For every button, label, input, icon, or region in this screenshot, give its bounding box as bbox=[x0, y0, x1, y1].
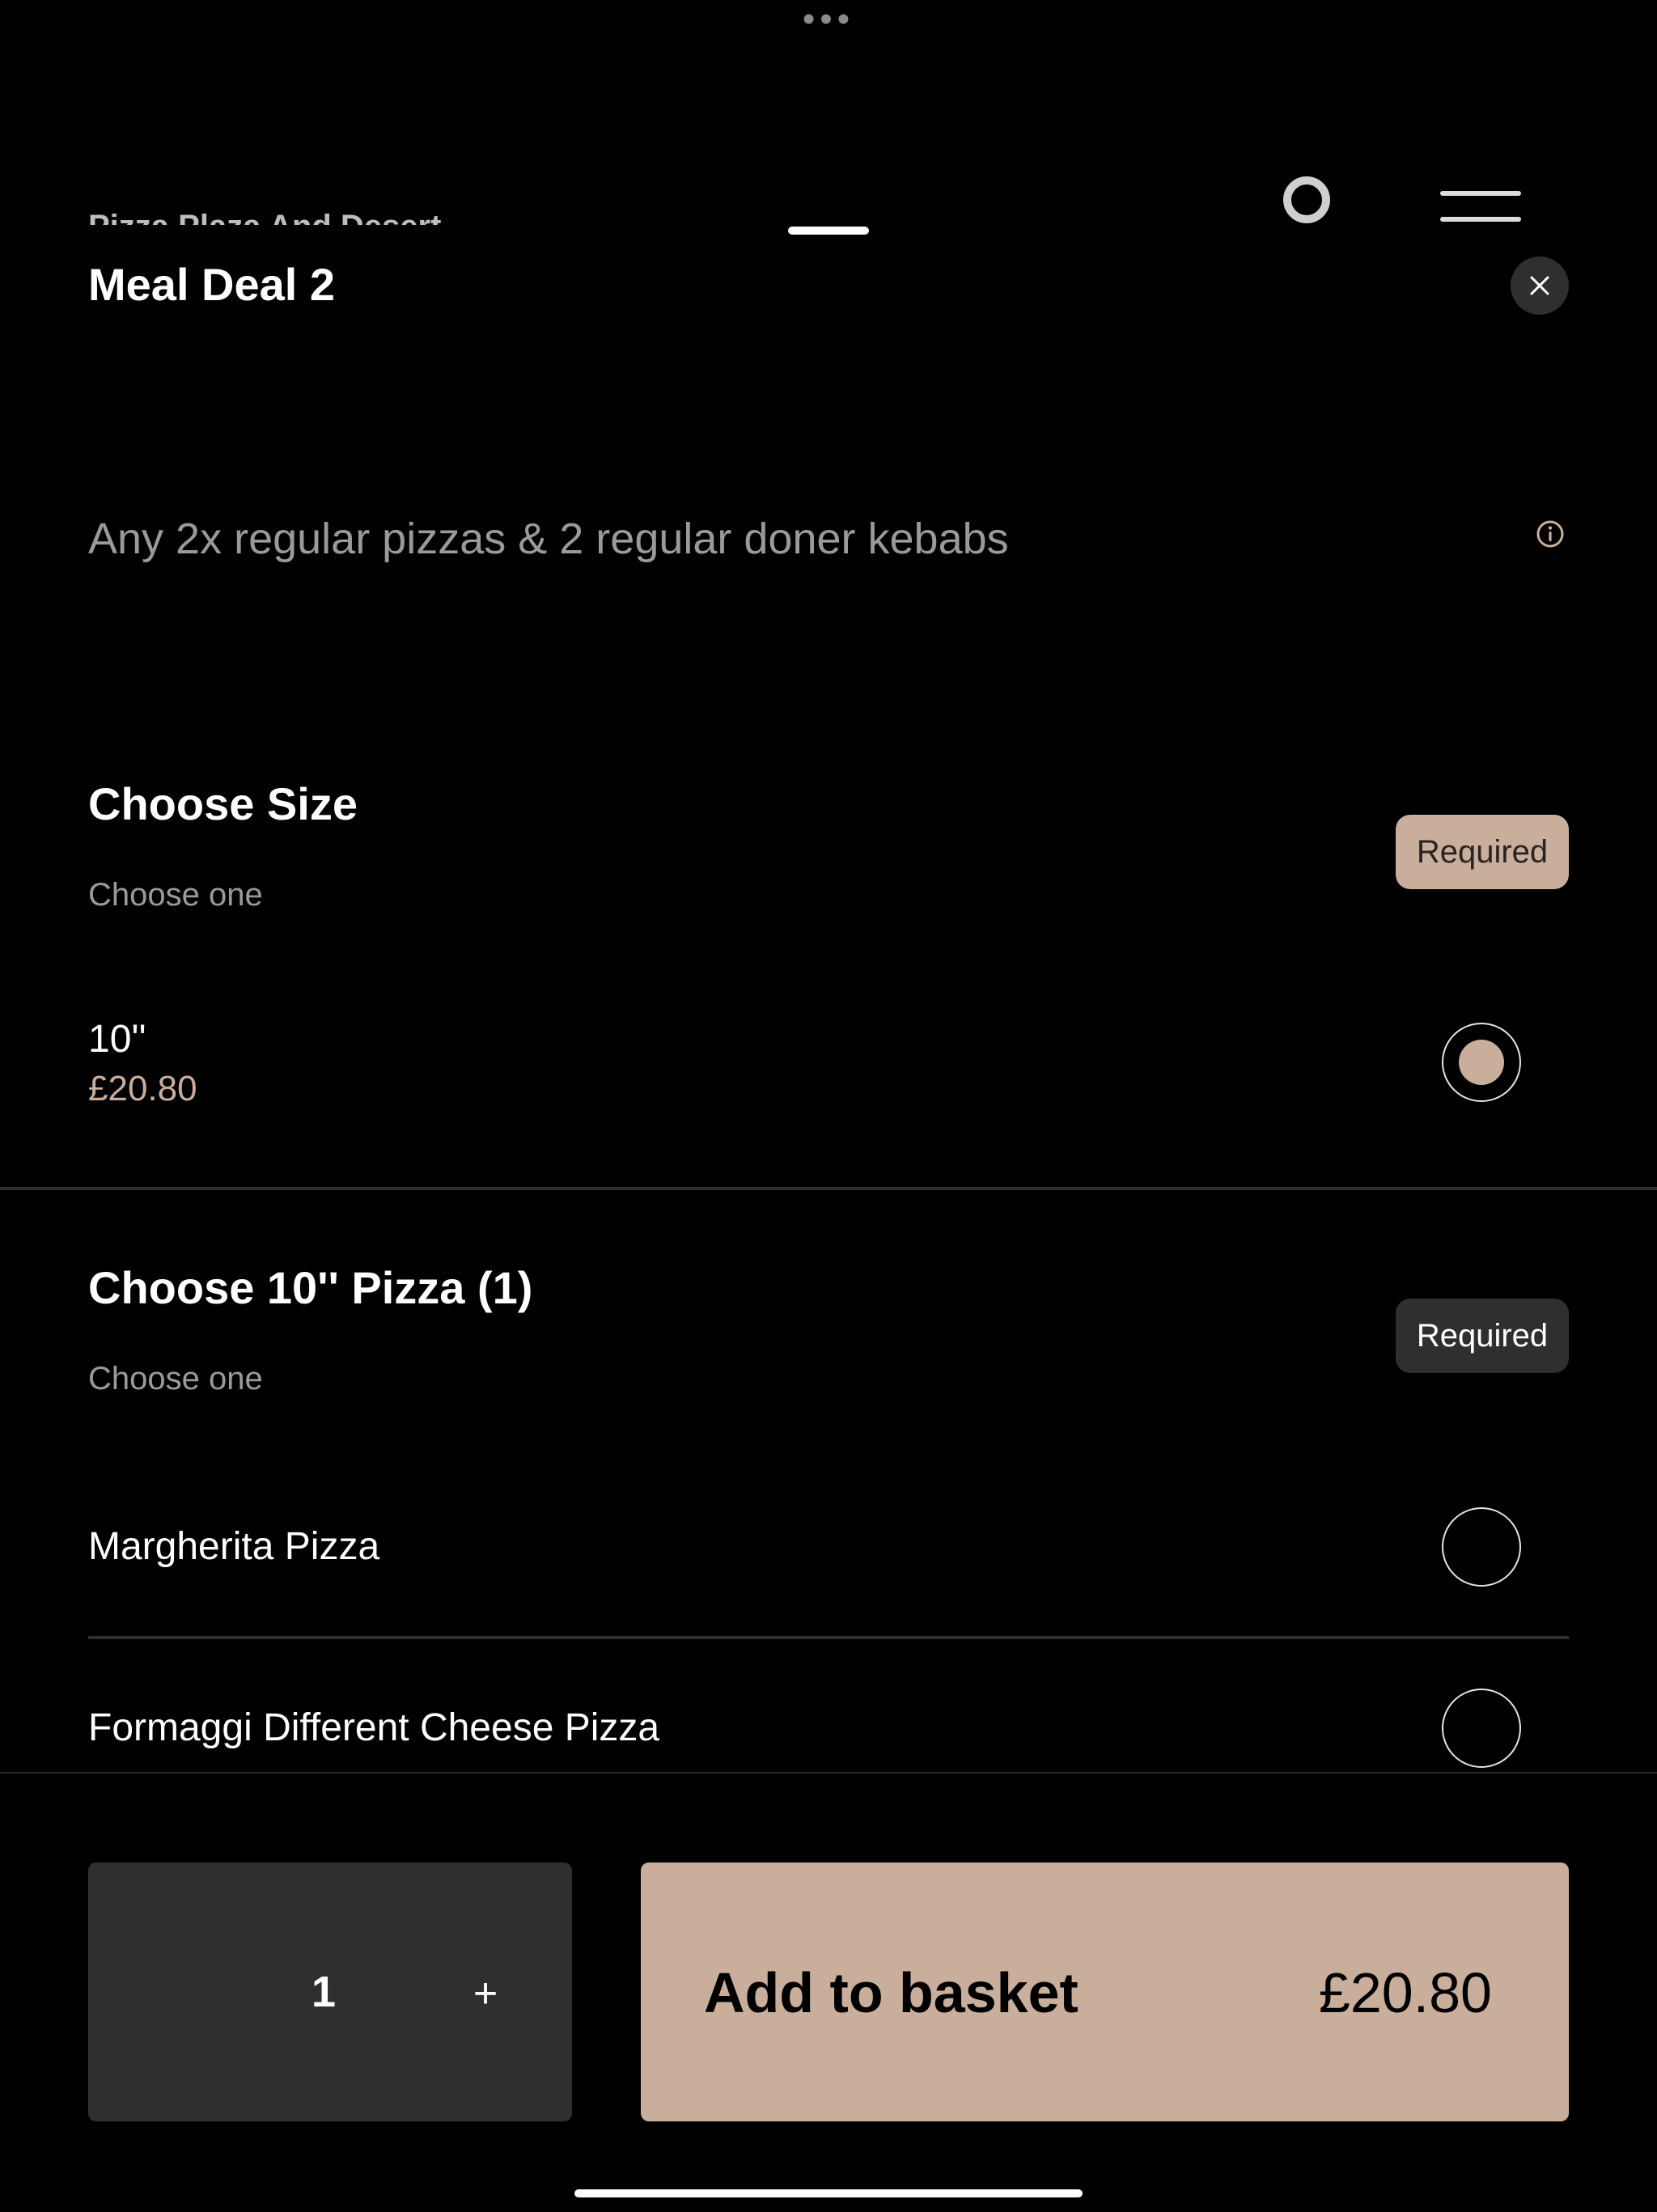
radio-margherita[interactable] bbox=[1442, 1507, 1521, 1587]
item-description: Any 2x regular pizzas & 2 regular doner … bbox=[88, 515, 1009, 563]
section-subtitle-pizza: Choose one bbox=[88, 1361, 263, 1396]
section-title-size: Choose Size bbox=[88, 778, 358, 829]
section-subtitle-size: Choose one bbox=[88, 877, 263, 913]
required-badge-pizza: Required bbox=[1396, 1299, 1569, 1373]
radio-selected-dot bbox=[1459, 1040, 1504, 1085]
top-more-dots[interactable]: ••• bbox=[0, 2, 1657, 37]
section-divider bbox=[0, 1187, 1657, 1190]
info-icon[interactable] bbox=[1534, 518, 1566, 550]
menu-icon[interactable] bbox=[1440, 191, 1521, 223]
quantity-value: 1 bbox=[311, 1968, 337, 2016]
modal-title: Meal Deal 2 bbox=[88, 259, 336, 310]
option-size-10-label[interactable]: 10'' bbox=[88, 1015, 146, 1064]
sheet-drag-handle[interactable] bbox=[788, 227, 869, 235]
restaurant-name: Pizza Plaza And Desert bbox=[88, 202, 441, 225]
radio-formaggi[interactable] bbox=[1442, 1689, 1521, 1768]
option-formaggi-label[interactable]: Formaggi Different Cheese Pizza bbox=[88, 1704, 659, 1752]
add-to-basket-price: £20.80 bbox=[1318, 1961, 1492, 2024]
close-icon bbox=[1530, 276, 1549, 295]
close-button[interactable] bbox=[1511, 256, 1569, 315]
quantity-plus-button[interactable]: + bbox=[453, 1961, 518, 2026]
ring-icon[interactable] bbox=[1283, 176, 1330, 223]
required-badge-size: Required bbox=[1396, 815, 1569, 889]
section-title-pizza: Choose 10'' Pizza (1) bbox=[88, 1262, 533, 1313]
option-size-10-price: £20.80 bbox=[88, 1069, 197, 1108]
option-divider bbox=[88, 1636, 1569, 1639]
home-indicator[interactable] bbox=[574, 2189, 1083, 2197]
option-margherita-label[interactable]: Margherita Pizza bbox=[88, 1523, 379, 1571]
radio-size-10[interactable] bbox=[1442, 1023, 1521, 1102]
add-to-basket-label: Add to basket bbox=[704, 1961, 1079, 2024]
